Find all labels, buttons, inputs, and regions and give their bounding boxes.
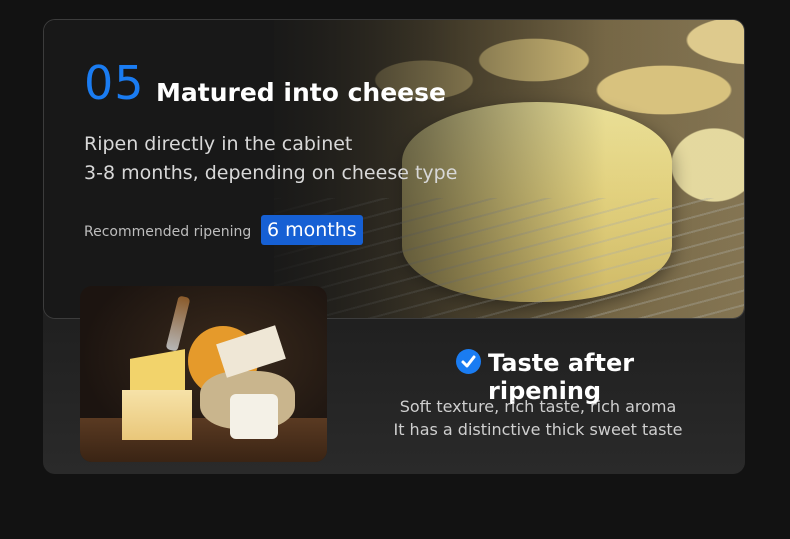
taste-description: Soft texture, rich taste, rich aroma It … — [373, 395, 703, 441]
taste-line-1: Soft texture, rich taste, rich aroma — [399, 397, 677, 416]
cheese-assortment-image — [80, 286, 327, 462]
recommended-ripening-badge: 6 months — [261, 215, 363, 245]
step-title: Matured into cheese — [156, 78, 446, 107]
description-line-2: 3-8 months, depending on cheese type — [84, 162, 458, 184]
step-header-card: 05 Matured into cheese Ripen directly in… — [43, 19, 745, 319]
description-line-1: Ripen directly in the cabinet — [84, 133, 353, 155]
pale-cheese-block — [122, 390, 192, 440]
check-circle-icon — [456, 349, 481, 374]
wooden-board — [80, 418, 327, 462]
recommended-ripening-label: Recommended ripening — [84, 224, 252, 240]
ripening-step-panel: 05 Matured into cheese Ripen directly in… — [43, 19, 745, 474]
taste-line-2: It has a distinctive thick sweet taste — [393, 420, 683, 439]
step-description: Ripen directly in the cabinet 3-8 months… — [84, 130, 457, 188]
step-number: 05 — [84, 56, 145, 110]
blue-cheese-piece — [230, 394, 278, 439]
cheese-knife — [165, 295, 191, 352]
